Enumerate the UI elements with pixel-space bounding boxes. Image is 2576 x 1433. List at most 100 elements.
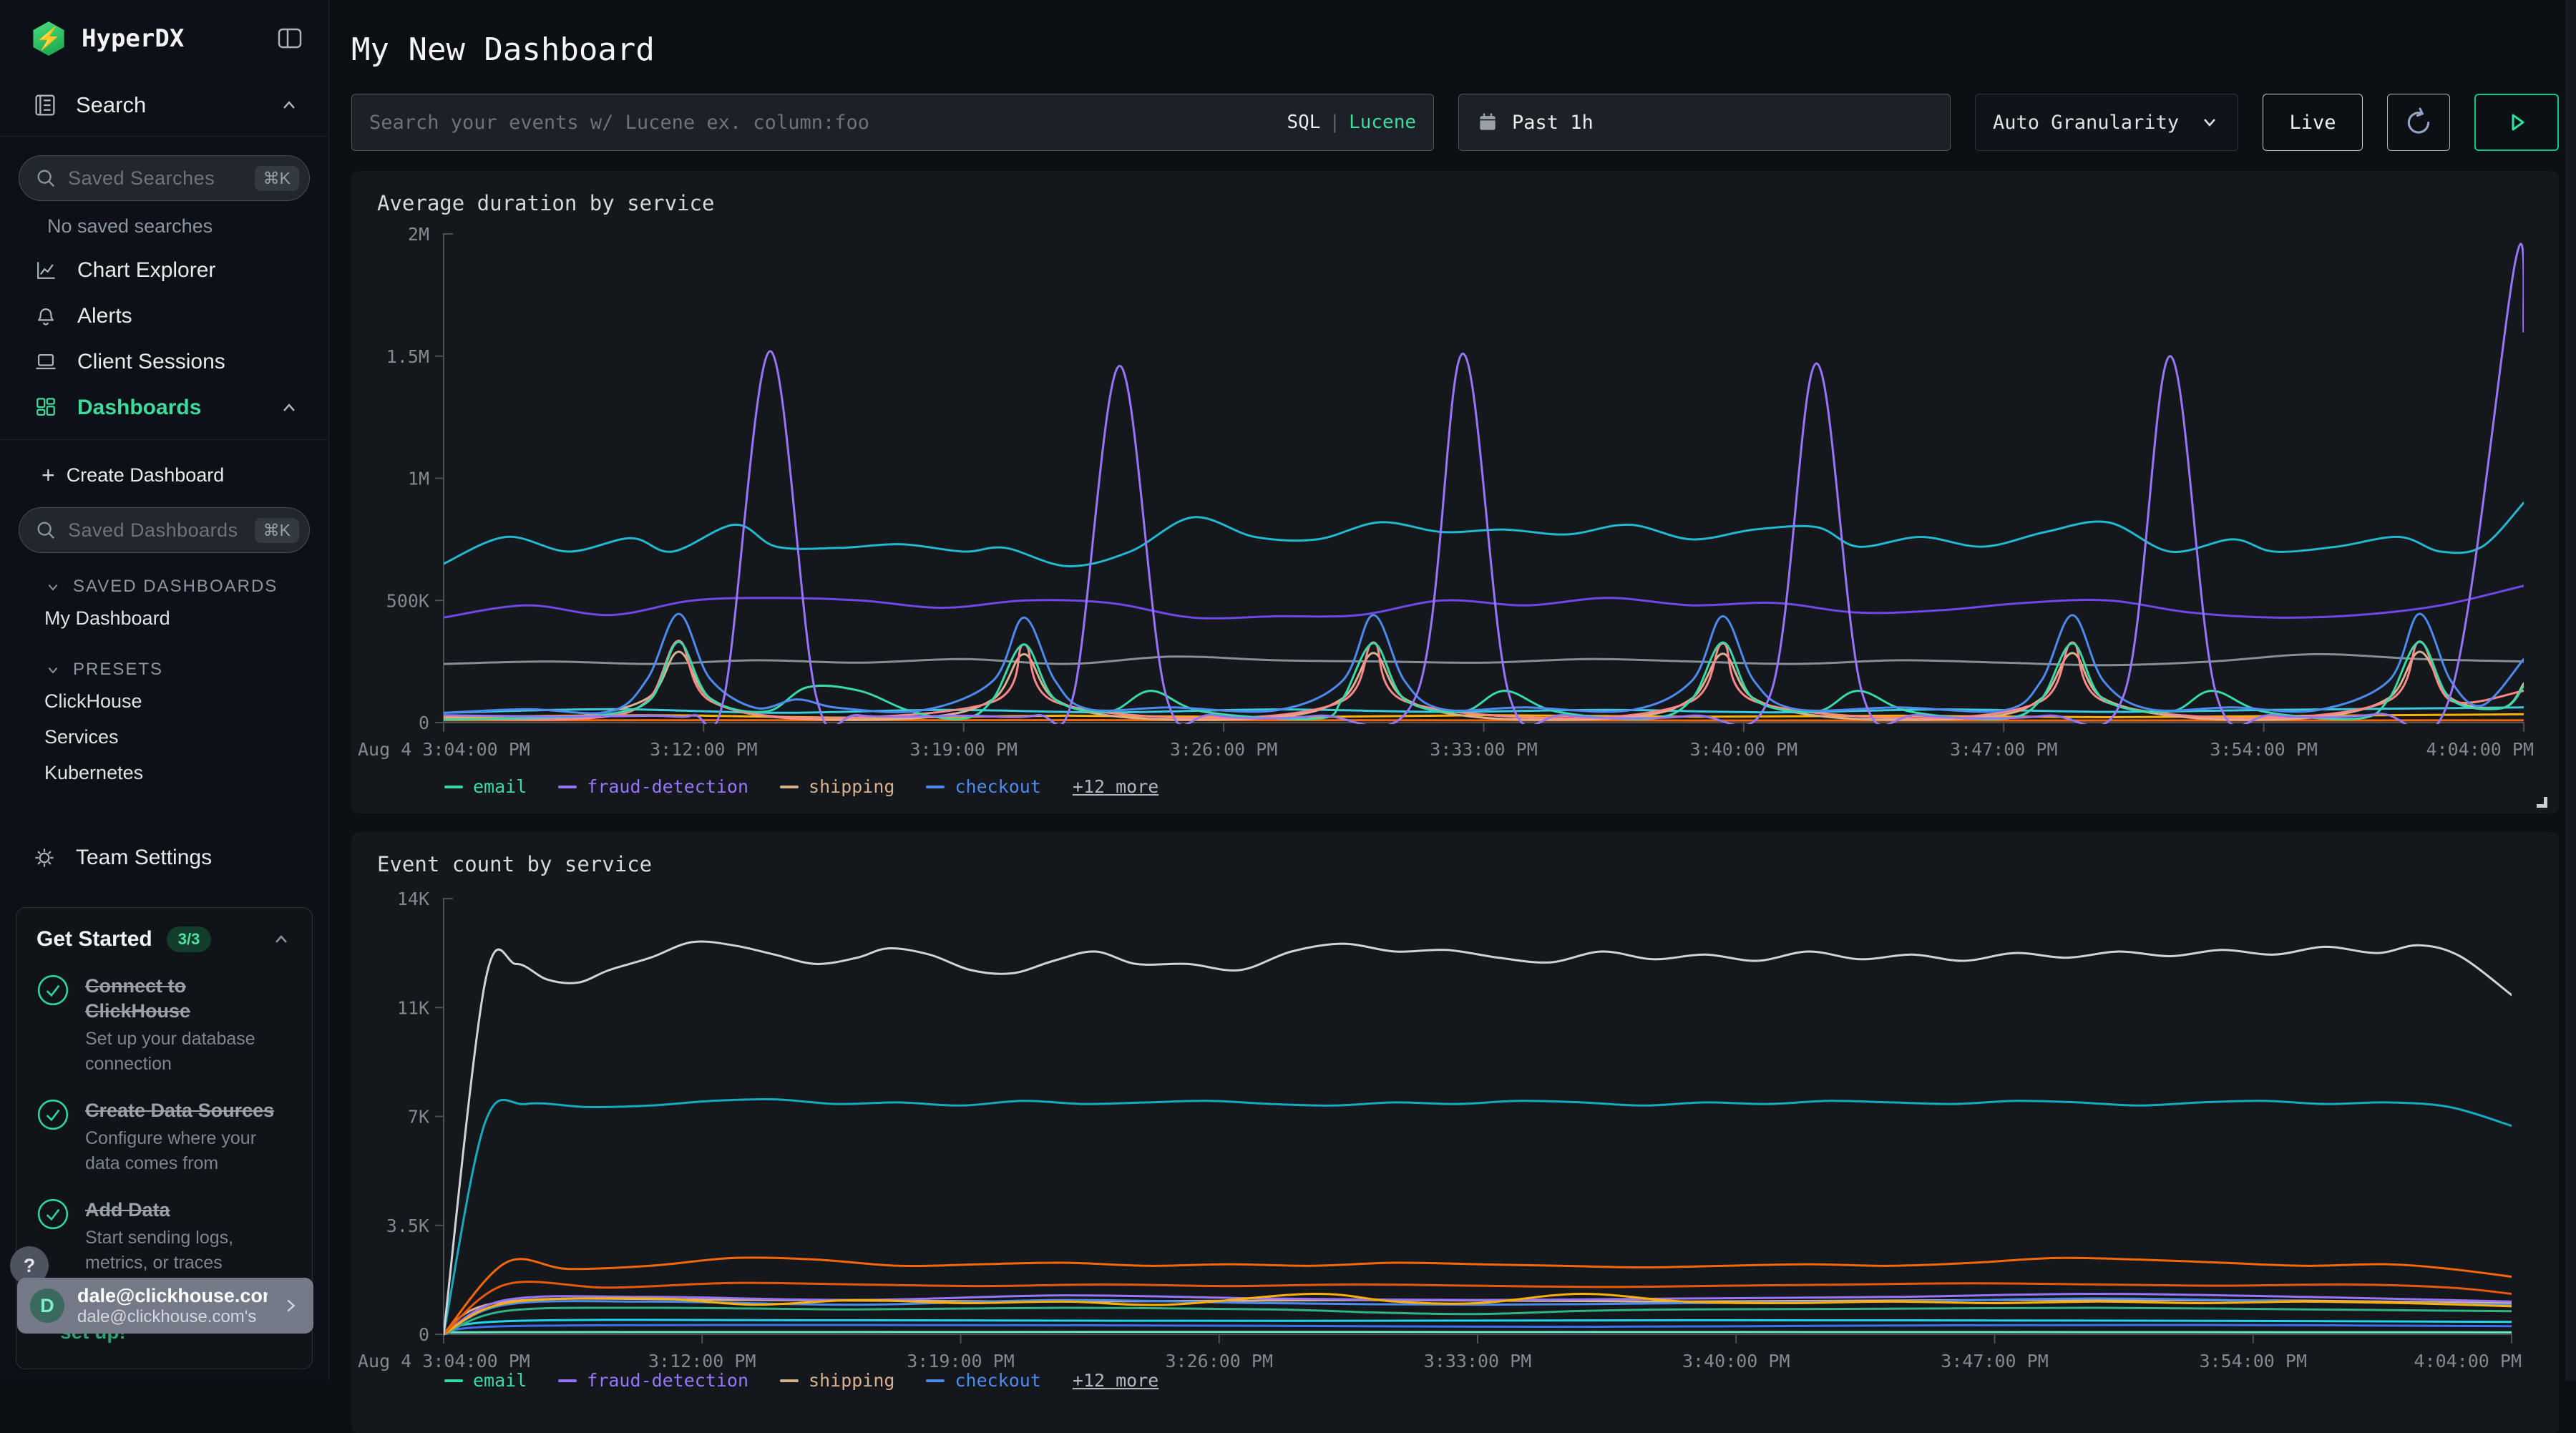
svg-text:11K: 11K xyxy=(397,997,429,1018)
legend-label: email xyxy=(473,776,527,797)
svg-text:3:19:00 PM: 3:19:00 PM xyxy=(907,1351,1015,1371)
team-settings-label: Team Settings xyxy=(76,846,212,870)
svg-text:Aug 4 3:04:00 PM: Aug 4 3:04:00 PM xyxy=(358,1351,530,1371)
avatar: D xyxy=(30,1288,64,1323)
page-title: My New Dashboard xyxy=(351,31,2559,68)
chevron-up-icon[interactable] xyxy=(270,929,292,950)
chevron-up-icon xyxy=(278,397,300,419)
svg-text:7K: 7K xyxy=(408,1107,429,1128)
svg-text:3:47:00 PM: 3:47:00 PM xyxy=(1941,1351,2049,1371)
svg-text:3:54:00 PM: 3:54:00 PM xyxy=(2199,1351,2307,1371)
preset-link-label: Services xyxy=(44,726,119,748)
get-started-step[interactable]: Add Data Start sending logs, metrics, or… xyxy=(36,1198,292,1276)
chart-legend[interactable]: email fraud-detection shipping checkout +12 … xyxy=(444,776,1158,797)
laptop-icon xyxy=(33,349,59,375)
user-subtext: dale@clickhouse.com's xyxy=(77,1307,268,1327)
svg-text:2M: 2M xyxy=(408,224,429,245)
sidebar-item-label: Dashboards xyxy=(77,396,260,420)
sidebar-item-clickhouse[interactable]: ClickHouse xyxy=(0,683,328,719)
user-email: dale@clickhouse.com xyxy=(77,1285,268,1307)
legend-label: fraud-detection xyxy=(587,776,748,797)
svg-text:3:33:00 PM: 3:33:00 PM xyxy=(1424,1351,1532,1371)
search-section-label: Search xyxy=(76,92,261,118)
event-search-placeholder: Search your events w/ Lucene ex. column:… xyxy=(369,112,1274,134)
search-icon xyxy=(35,167,57,189)
get-started-title: Get Started xyxy=(36,927,152,952)
user-menu[interactable]: D dale@clickhouse.com dale@clickhouse.co… xyxy=(17,1278,313,1334)
step-desc: Start sending logs, metrics, or traces xyxy=(85,1226,292,1276)
sidebar-section-search[interactable]: Search xyxy=(0,74,328,136)
step-desc: Set up your database connection xyxy=(85,1027,292,1077)
chevron-down-icon xyxy=(44,578,62,595)
divider xyxy=(0,439,328,440)
group-presets[interactable]: PRESETS xyxy=(0,656,328,683)
group-label: SAVED DASHBOARDS xyxy=(73,577,278,597)
sidebar-item-kubernetes[interactable]: Kubernetes xyxy=(0,755,328,791)
vertical-scrollbar[interactable] xyxy=(2566,0,2576,1381)
event-search-input[interactable]: Search your events w/ Lucene ex. column:… xyxy=(351,94,1434,151)
svg-text:Aug 4 3:04:00 PM: Aug 4 3:04:00 PM xyxy=(358,739,530,760)
svg-text:3:26:00 PM: 3:26:00 PM xyxy=(1165,1351,1273,1371)
saved-dashboards-placeholder: Saved Dashboards xyxy=(68,519,243,542)
search-section-icon xyxy=(31,92,59,119)
sidebar-item-client-sessions[interactable]: Client Sessions xyxy=(0,339,328,385)
shortcut-badge: ⌘K xyxy=(255,166,299,191)
legend-swatch-icon xyxy=(780,786,799,788)
mode-divider: | xyxy=(1320,112,1349,133)
saved-searches-input[interactable]: Saved Searches ⌘K xyxy=(19,155,310,201)
legend-item[interactable]: shipping xyxy=(780,776,894,797)
legend-swatch-icon xyxy=(926,786,945,788)
saved-searches-placeholder: Saved Searches xyxy=(68,167,243,190)
create-dashboard-button[interactable]: + Create Dashboard xyxy=(0,454,328,496)
legend-swatch-icon xyxy=(444,786,463,788)
sidebar-item-my-dashboard[interactable]: My Dashboard xyxy=(0,600,328,636)
svg-text:3:12:00 PM: 3:12:00 PM xyxy=(648,1351,756,1371)
get-started-progress-badge: 3/3 xyxy=(167,926,212,952)
time-range-value: Past 1h xyxy=(1512,112,1594,134)
live-button[interactable]: Live xyxy=(2263,94,2363,151)
group-saved-dashboards[interactable]: SAVED DASHBOARDS xyxy=(0,573,328,600)
legend-item[interactable]: email xyxy=(444,776,527,797)
dashboard-link-label: My Dashboard xyxy=(44,607,170,630)
plus-icon: + xyxy=(42,464,55,486)
legend-item[interactable]: fraud-detection xyxy=(558,776,748,797)
chart-panel-event-count[interactable]: 14K11K7K3.5K0Aug 4 3:04:00 PM3:12:00 PM3… xyxy=(351,832,2559,1433)
svg-text:3:12:00 PM: 3:12:00 PM xyxy=(650,739,758,760)
saved-dashboards-input[interactable]: Saved Dashboards ⌘K xyxy=(19,507,310,553)
svg-text:0: 0 xyxy=(419,1324,429,1345)
search-icon xyxy=(35,519,57,541)
svg-text:3.5K: 3.5K xyxy=(386,1216,429,1236)
preset-link-label: Kubernetes xyxy=(44,762,143,784)
sidebar-item-chart-explorer[interactable]: Chart Explorer xyxy=(0,248,328,293)
gear-icon xyxy=(31,845,57,871)
main-content: My New Dashboard Search your events w/ L… xyxy=(330,0,2576,1381)
sidebar-item-label: Chart Explorer xyxy=(77,258,300,283)
time-range-picker[interactable]: Past 1h xyxy=(1458,94,1951,151)
resize-handle-icon[interactable] xyxy=(2537,797,2547,808)
svg-text:3:54:00 PM: 3:54:00 PM xyxy=(2210,739,2318,760)
shortcut-badge: ⌘K xyxy=(255,518,299,543)
legend-item[interactable]: checkout xyxy=(926,776,1040,797)
refresh-button[interactable] xyxy=(2387,94,2450,151)
chart-panel-avg-duration[interactable]: 2M1.5M1M500K0Aug 4 3:04:00 PM3:12:00 PM3… xyxy=(351,171,2559,813)
sql-mode-toggle[interactable]: SQL xyxy=(1287,112,1320,133)
chart-title: Average duration by service xyxy=(377,191,714,215)
svg-text:3:33:00 PM: 3:33:00 PM xyxy=(1430,739,1538,760)
svg-text:0: 0 xyxy=(419,713,429,733)
sidebar-item-team-settings[interactable]: Team Settings xyxy=(0,835,328,881)
sidebar-item-services[interactable]: Services xyxy=(0,719,328,755)
legend-more-link[interactable]: +12 more xyxy=(1073,776,1158,797)
check-circle-icon xyxy=(36,974,69,1077)
chart-title: Event count by service xyxy=(377,852,652,876)
sidebar-item-dashboards[interactable]: Dashboards xyxy=(0,385,328,431)
collapse-sidebar-icon[interactable] xyxy=(275,24,304,53)
lucene-mode-toggle[interactable]: Lucene xyxy=(1349,112,1416,133)
granularity-select[interactable]: Auto Granularity xyxy=(1975,94,2238,151)
sidebar-item-alerts[interactable]: Alerts xyxy=(0,293,328,339)
step-title: Create Data Sources xyxy=(85,1098,292,1123)
get-started-step[interactable]: Create Data Sources Configure where your… xyxy=(36,1098,292,1176)
create-dashboard-label: Create Dashboard xyxy=(67,464,225,486)
run-query-button[interactable] xyxy=(2474,94,2559,151)
chart-canvas-event-count: 14K11K7K3.5K0Aug 4 3:04:00 PM3:12:00 PM3… xyxy=(351,832,2559,1408)
get-started-step[interactable]: Connect to ClickHouse Set up your databa… xyxy=(36,974,292,1077)
